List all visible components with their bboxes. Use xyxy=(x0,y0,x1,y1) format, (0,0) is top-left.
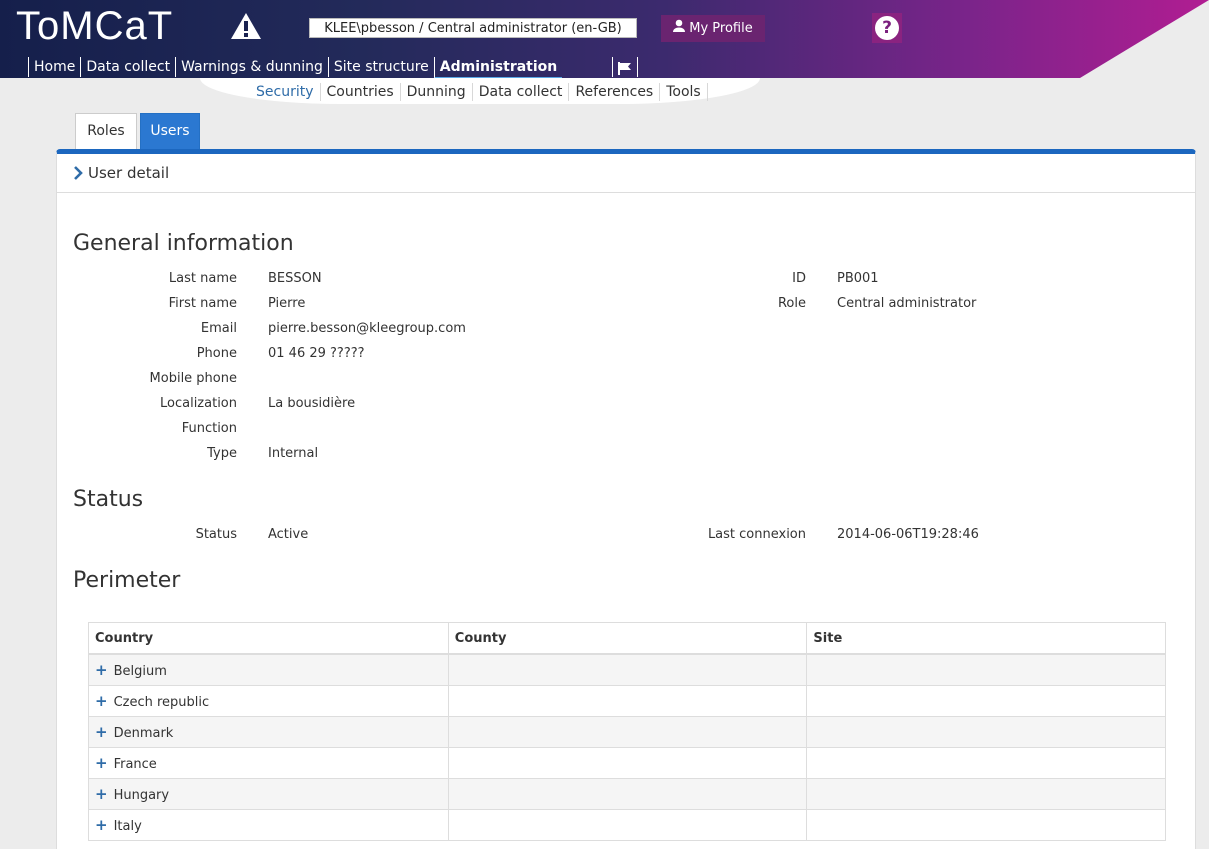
site-cell xyxy=(806,716,1166,748)
site-cell xyxy=(806,809,1166,841)
main-navigation: Home Data collect Warnings & dunning Site s… xyxy=(28,57,563,79)
county-cell xyxy=(447,747,808,779)
county-cell xyxy=(447,809,808,841)
plus-icon[interactable]: + xyxy=(95,723,108,741)
nav-item-site-structure[interactable]: Site structure xyxy=(327,57,434,77)
user-icon xyxy=(673,15,686,42)
field-value: BESSON xyxy=(268,271,322,286)
column-header-site: Site xyxy=(806,622,1166,655)
plus-icon[interactable]: + xyxy=(95,816,108,834)
country-cell: + France xyxy=(88,747,449,779)
field-value: Pierre xyxy=(268,296,306,311)
site-cell xyxy=(806,653,1166,686)
general-information-title: General information xyxy=(73,231,294,256)
last-connexion-value: 2014-06-06T19:28:46 xyxy=(837,527,979,542)
field-label: Function xyxy=(181,421,237,436)
nav-item-warnings-dunning[interactable]: Warnings & dunning xyxy=(175,57,328,77)
table-row: + Italy xyxy=(88,809,1166,841)
field-value: PB001 xyxy=(837,271,879,286)
flag-icon xyxy=(618,60,632,79)
site-cell xyxy=(806,685,1166,717)
plus-icon[interactable]: + xyxy=(95,661,108,679)
field-label: First name xyxy=(168,296,237,311)
status-label: Status xyxy=(195,527,237,542)
nav-item-data-collect[interactable]: Data collect xyxy=(80,57,175,77)
county-cell xyxy=(447,653,808,686)
perimeter-title: Perimeter xyxy=(73,568,181,593)
subnav-item-data-collect[interactable]: Data collect xyxy=(473,83,570,101)
field-label: Email xyxy=(200,321,237,336)
table-row: + Hungary xyxy=(88,778,1166,810)
country-name: Hungary xyxy=(113,788,170,803)
table-row: + France xyxy=(88,747,1166,779)
subnav-item-dunning[interactable]: Dunning xyxy=(401,83,473,101)
country-name: France xyxy=(113,757,157,772)
panel-header[interactable]: User detail xyxy=(57,154,1195,193)
status-value: Active xyxy=(268,527,309,542)
country-name: Czech republic xyxy=(113,695,210,710)
tab-roles[interactable]: Roles xyxy=(75,113,137,149)
panel-title: User detail xyxy=(88,164,170,182)
country-cell: + Denmark xyxy=(88,716,449,748)
plus-icon[interactable]: + xyxy=(95,785,108,803)
country-cell: + Italy xyxy=(88,809,449,841)
field-label: Mobile phone xyxy=(149,371,237,386)
plus-icon[interactable]: + xyxy=(95,692,108,710)
subnav-item-security[interactable]: Security xyxy=(250,83,321,101)
my-profile-label: My Profile xyxy=(689,21,753,36)
plus-icon[interactable]: + xyxy=(95,754,108,772)
user-context-display: KLEE\pbesson / Central administrator (en… xyxy=(309,18,637,38)
country-cell: + Hungary xyxy=(88,778,449,810)
my-profile-button[interactable]: My Profile xyxy=(661,15,765,42)
field-label: Last name xyxy=(168,271,237,286)
help-button[interactable]: ? xyxy=(872,13,902,43)
table-row: + Czech republic xyxy=(88,685,1166,717)
app-logo[interactable]: ToMCaT xyxy=(16,4,173,49)
field-label: Type xyxy=(207,446,237,461)
field-label: Localization xyxy=(160,396,237,411)
sub-navigation: Security Countries Dunning Data collect Refe… xyxy=(250,83,708,101)
county-cell xyxy=(447,685,808,717)
subnav-item-tools[interactable]: Tools xyxy=(660,83,708,101)
subnav-item-countries[interactable]: Countries xyxy=(321,83,401,101)
field-value: pierre.besson@kleegroup.com xyxy=(268,321,466,336)
country-name: Belgium xyxy=(113,664,167,679)
nav-item-home[interactable]: Home xyxy=(28,57,80,77)
nav-item-administration[interactable]: Administration xyxy=(433,57,563,79)
field-label: ID xyxy=(792,271,806,286)
perimeter-table: Country County Site + Belgium + Czech republi… xyxy=(88,622,1166,841)
field-value: La bousidière xyxy=(268,396,356,411)
table-header-row: Country County Site xyxy=(88,622,1166,655)
subnav-item-references[interactable]: References xyxy=(569,83,661,101)
column-header-country: Country xyxy=(88,622,449,655)
field-value: Central administrator xyxy=(837,296,977,311)
county-cell xyxy=(447,778,808,810)
user-detail-panel: User detail General information Last nam… xyxy=(56,149,1196,849)
flag-button[interactable] xyxy=(612,57,638,77)
field-value: Internal xyxy=(268,446,319,461)
warning-icon[interactable] xyxy=(230,12,262,44)
field-label: Role xyxy=(777,296,806,311)
chevron-right-icon xyxy=(73,165,83,184)
help-icon: ? xyxy=(875,16,899,40)
country-cell: + Czech republic xyxy=(88,685,449,717)
tab-users[interactable]: Users xyxy=(140,113,200,149)
site-cell xyxy=(806,747,1166,779)
county-cell xyxy=(447,716,808,748)
status-title: Status xyxy=(73,487,144,512)
table-row: + Belgium xyxy=(88,653,1166,686)
field-value: 01 46 29 ????? xyxy=(268,346,365,361)
last-connexion-label: Last connexion xyxy=(707,527,806,542)
table-row: + Denmark xyxy=(88,716,1166,748)
site-cell xyxy=(806,778,1166,810)
country-name: Italy xyxy=(113,819,142,834)
field-label: Phone xyxy=(196,346,237,361)
country-cell: + Belgium xyxy=(88,653,449,686)
country-name: Denmark xyxy=(113,726,174,741)
column-header-county: County xyxy=(447,622,808,655)
